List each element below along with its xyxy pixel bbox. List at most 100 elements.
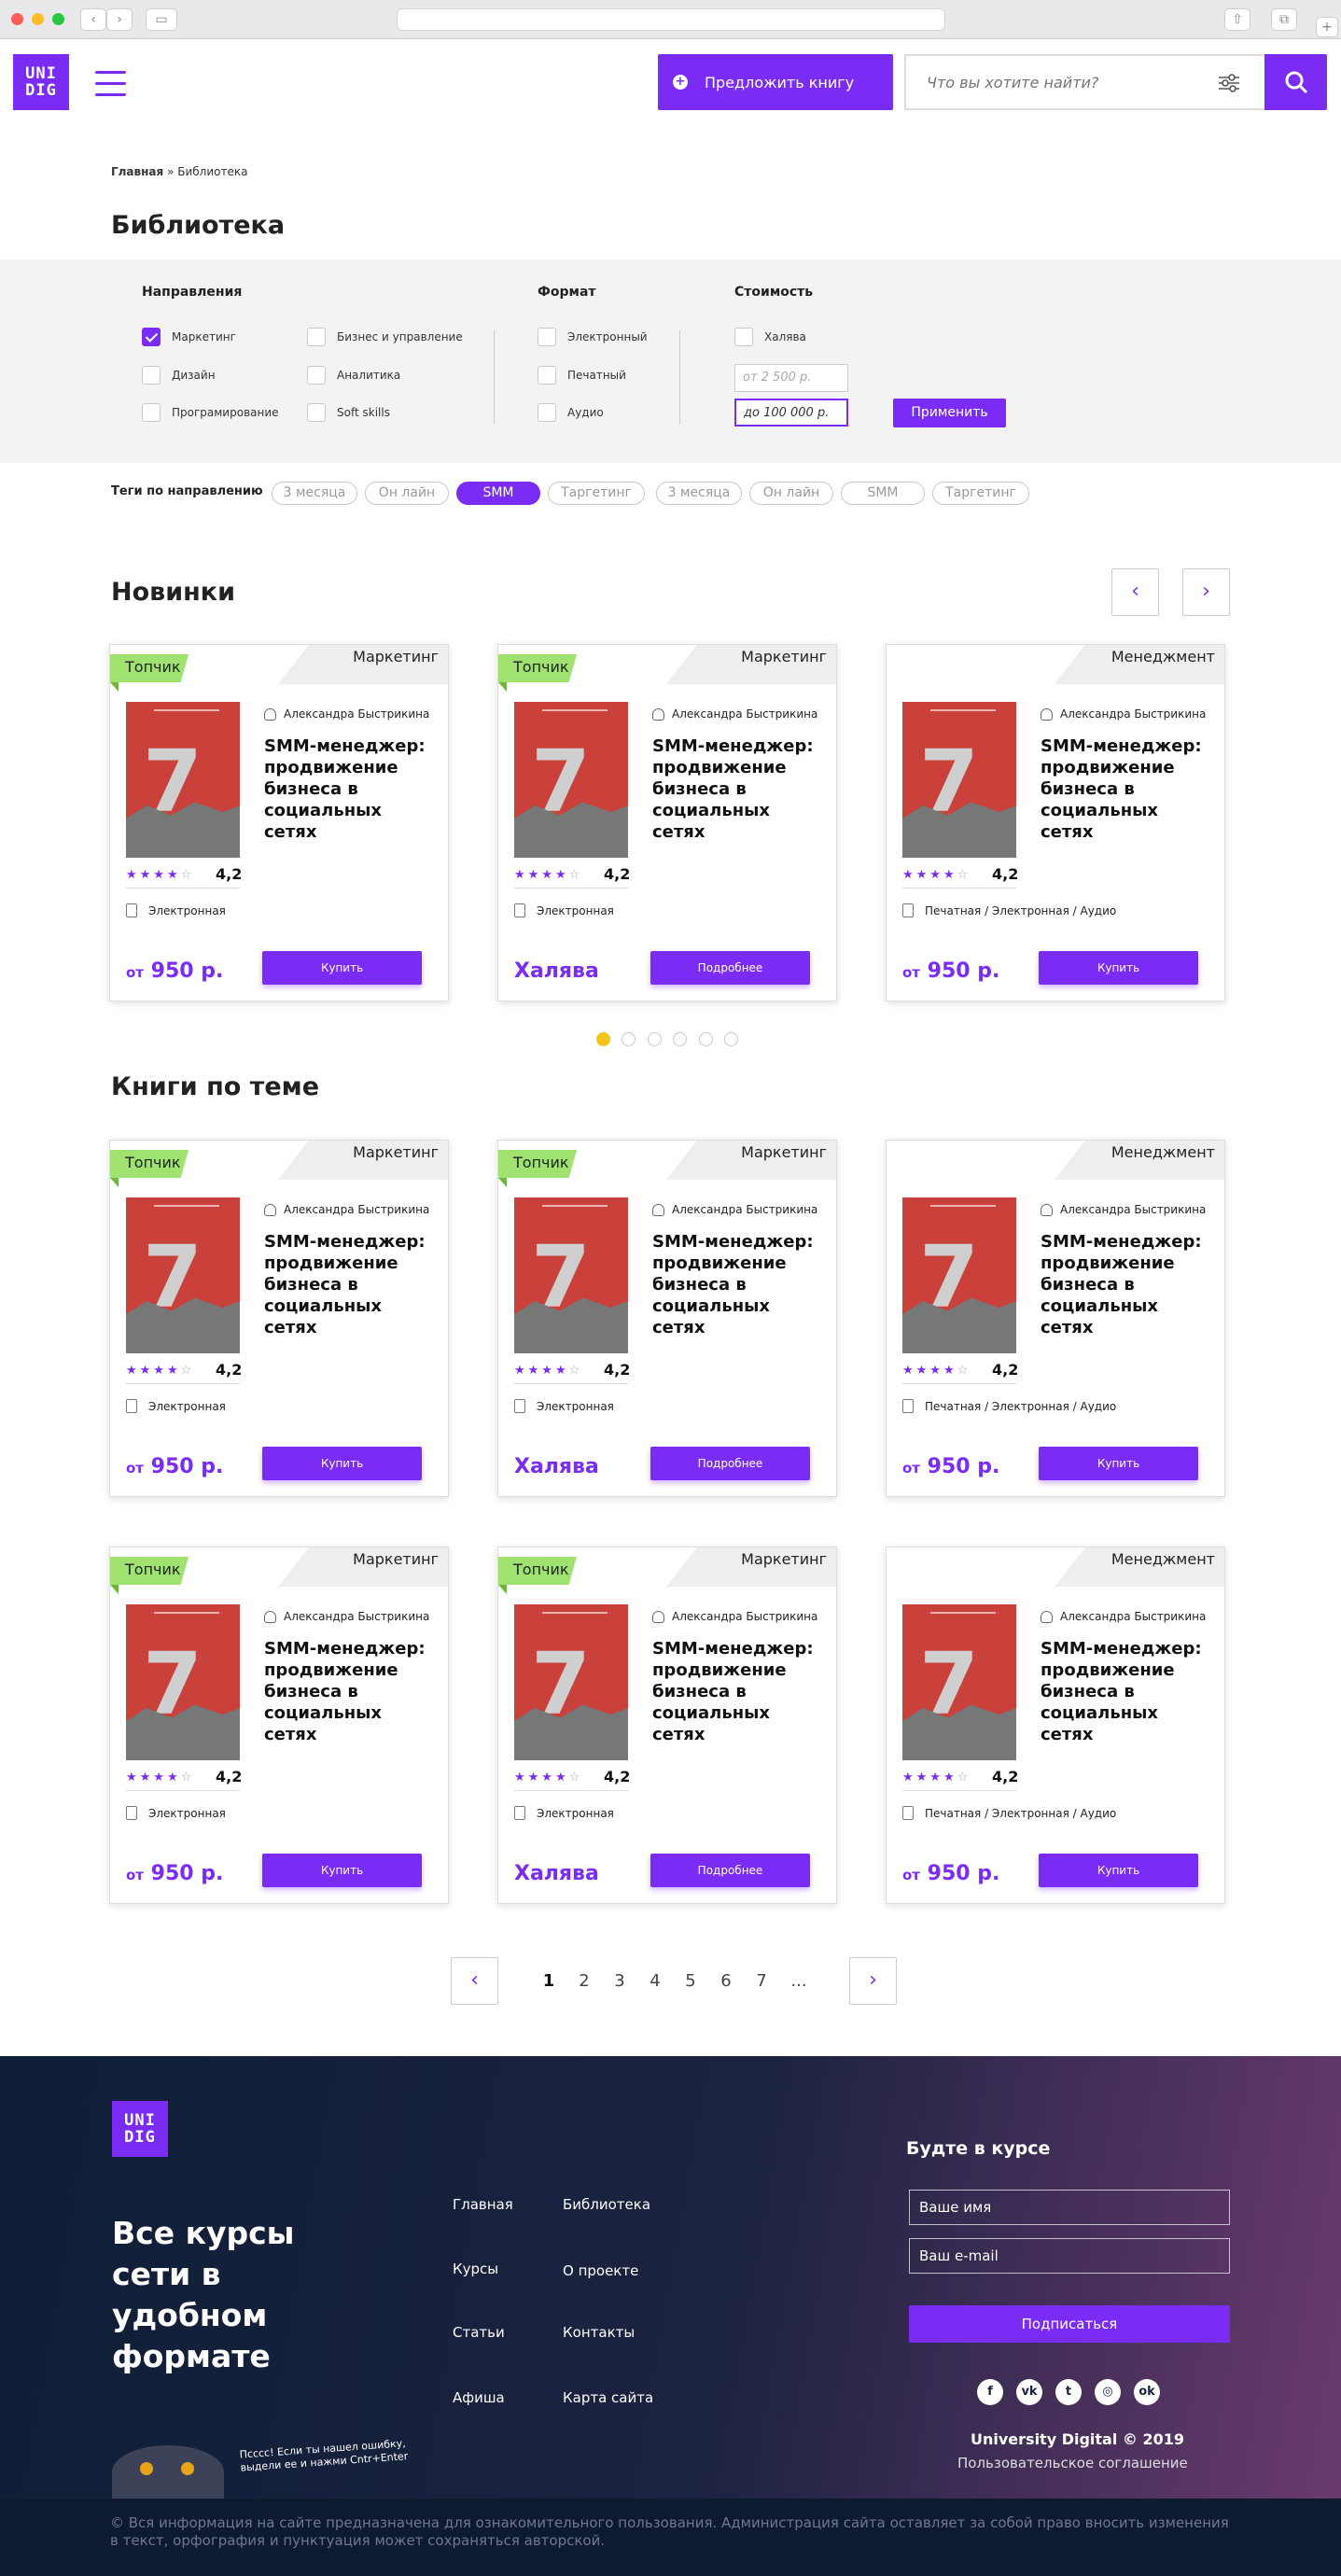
maximize-window-icon[interactable]: [52, 13, 64, 25]
back-icon[interactable]: ‹: [80, 8, 106, 31]
filter-format-electronic[interactable]: Электронный: [538, 328, 648, 346]
book-card[interactable]: Менеджмент 7 Александра Быстрикина SMM-м…: [886, 644, 1225, 1001]
filter-settings-icon[interactable]: [1217, 73, 1241, 93]
book-card[interactable]: Маркетинг Топчик 7 Александра Быстрикина…: [109, 1140, 449, 1497]
subscribe-button[interactable]: Подписаться: [909, 2305, 1230, 2343]
book-title[interactable]: SMM-менеджер: продвижение бизнеса в соци…: [652, 735, 825, 843]
tag-chip[interactable]: Он лайн: [749, 482, 833, 505]
footer-link-articles[interactable]: Статьи: [453, 2324, 505, 2341]
user-agreement-link[interactable]: Пользовательское соглашение: [957, 2455, 1188, 2471]
book-cover[interactable]: 7: [902, 702, 1016, 858]
pagination-prev-button[interactable]: ‹: [451, 1957, 498, 2005]
filter-soft-skills[interactable]: Soft skills: [307, 403, 390, 422]
suggest-book-button[interactable]: + Предложить книгу: [658, 54, 893, 110]
checkbox[interactable]: [307, 328, 326, 346]
sidebar-toggle-icon[interactable]: ▭: [146, 8, 177, 31]
vk-icon[interactable]: vk: [1016, 2379, 1042, 2405]
book-title[interactable]: SMM-менеджер: продвижение бизнеса в соци…: [264, 1638, 437, 1745]
book-card[interactable]: Маркетинг Топчик 7 Александра Быстрикина…: [497, 1140, 837, 1497]
book-cover[interactable]: 7: [126, 1197, 240, 1353]
carousel-dot-active[interactable]: [596, 1032, 610, 1046]
book-title[interactable]: SMM-менеджер: продвижение бизнеса в соци…: [652, 1638, 825, 1745]
apply-button[interactable]: Применить: [893, 399, 1006, 427]
search-button[interactable]: [1264, 54, 1327, 110]
filter-format-print[interactable]: Печатный: [538, 366, 626, 385]
book-card[interactable]: Маркетинг Топчик 7 Александра Быстрикина…: [109, 1547, 449, 1904]
buy-button[interactable]: Купить: [1039, 1854, 1198, 1887]
filter-free[interactable]: Халява: [734, 328, 806, 346]
tag-chip-active[interactable]: SMM: [456, 482, 540, 505]
footer-logo[interactable]: UNI DIG: [112, 2101, 168, 2157]
checkbox[interactable]: [307, 366, 326, 385]
page-number[interactable]: 2: [575, 1971, 594, 1991]
page-number[interactable]: 3: [610, 1971, 629, 1991]
carousel-dot[interactable]: [699, 1032, 713, 1046]
carousel-prev-button[interactable]: ‹: [1111, 568, 1159, 616]
breadcrumb-home[interactable]: Главная: [111, 165, 163, 178]
book-cover[interactable]: 7: [902, 1197, 1016, 1353]
name-field[interactable]: Ваше имя: [909, 2190, 1230, 2225]
book-cover[interactable]: 7: [126, 1604, 240, 1760]
page-number[interactable]: 7: [752, 1971, 771, 1991]
search-input[interactable]: [906, 56, 1186, 108]
details-button[interactable]: Подробнее: [650, 951, 810, 985]
book-cover[interactable]: 7: [902, 1604, 1016, 1760]
book-title[interactable]: SMM-менеджер: продвижение бизнеса в соци…: [1041, 1638, 1213, 1745]
buy-button[interactable]: Купить: [262, 1447, 422, 1480]
tag-chip[interactable]: Таргетинг: [548, 482, 645, 505]
book-cover[interactable]: 7: [514, 702, 628, 858]
buy-button[interactable]: Купить: [1039, 1447, 1198, 1480]
forward-icon[interactable]: ›: [106, 8, 133, 31]
book-card[interactable]: Маркетинг Топчик 7 Александра Быстрикина…: [497, 644, 837, 1001]
buy-button[interactable]: Купить: [262, 951, 422, 985]
share-icon[interactable]: ⇧: [1224, 8, 1250, 31]
twitter-icon[interactable]: t: [1055, 2379, 1082, 2405]
carousel-dot[interactable]: [724, 1032, 738, 1046]
footer-link-sitemap[interactable]: Карта сайта: [563, 2389, 653, 2406]
filter-analytics[interactable]: Аналитика: [307, 366, 400, 385]
checkbox[interactable]: [538, 328, 556, 346]
carousel-dot[interactable]: [648, 1032, 662, 1046]
tag-chip[interactable]: Таргетинг: [932, 482, 1029, 505]
buy-button[interactable]: Купить: [262, 1854, 422, 1887]
tag-chip[interactable]: 3 месяца: [656, 482, 742, 505]
tag-chip[interactable]: Он лайн: [365, 482, 449, 505]
book-card[interactable]: Маркетинг Топчик 7 Александра Быстрикина…: [497, 1547, 837, 1904]
menu-icon[interactable]: [95, 71, 126, 105]
tabs-icon[interactable]: ⧉: [1271, 8, 1297, 31]
footer-link-library[interactable]: Библиотека: [563, 2196, 650, 2213]
carousel-dot[interactable]: [673, 1032, 687, 1046]
footer-link-contacts[interactable]: Контакты: [563, 2324, 635, 2341]
pagination-next-button[interactable]: ›: [849, 1957, 897, 2005]
site-logo[interactable]: UNI DIG: [13, 54, 69, 110]
new-tab-icon[interactable]: +: [1316, 17, 1338, 37]
page-number[interactable]: 6: [717, 1971, 735, 1991]
filter-design[interactable]: Дизайн: [142, 366, 216, 385]
book-title[interactable]: SMM-менеджер: продвижение бизнеса в соци…: [264, 1231, 437, 1338]
facebook-icon[interactable]: f: [977, 2379, 1003, 2405]
carousel-dot[interactable]: [622, 1032, 636, 1046]
checkbox[interactable]: [734, 328, 753, 346]
footer-link-home[interactable]: Главная: [453, 2196, 513, 2213]
book-card[interactable]: Маркетинг Топчик 7 Александра Быстрикина…: [109, 644, 449, 1001]
footer-link-courses[interactable]: Курсы: [453, 2261, 498, 2277]
buy-button[interactable]: Купить: [1039, 951, 1198, 985]
details-button[interactable]: Подробнее: [650, 1447, 810, 1480]
tag-chip[interactable]: 3 месяца: [272, 482, 357, 505]
filter-format-audio[interactable]: Аудио: [538, 403, 604, 422]
footer-link-about[interactable]: О проекте: [563, 2262, 638, 2279]
checkbox[interactable]: [142, 403, 161, 422]
book-cover[interactable]: 7: [514, 1604, 628, 1760]
checkbox[interactable]: [142, 366, 161, 385]
page-number[interactable]: 5: [681, 1971, 700, 1991]
book-cover[interactable]: 7: [514, 1197, 628, 1353]
close-window-icon[interactable]: [11, 13, 23, 25]
details-button[interactable]: Подробнее: [650, 1854, 810, 1887]
tag-chip[interactable]: SMM: [841, 482, 925, 505]
carousel-next-button[interactable]: ›: [1182, 568, 1230, 616]
book-card[interactable]: Менеджмент 7 Александра Быстрикина SMM-м…: [886, 1547, 1225, 1904]
footer-link-events[interactable]: Афиша: [453, 2389, 505, 2406]
email-field[interactable]: Ваш e-mail: [909, 2238, 1230, 2274]
instagram-icon[interactable]: ◎: [1095, 2379, 1121, 2405]
book-cover[interactable]: 7: [126, 702, 240, 858]
